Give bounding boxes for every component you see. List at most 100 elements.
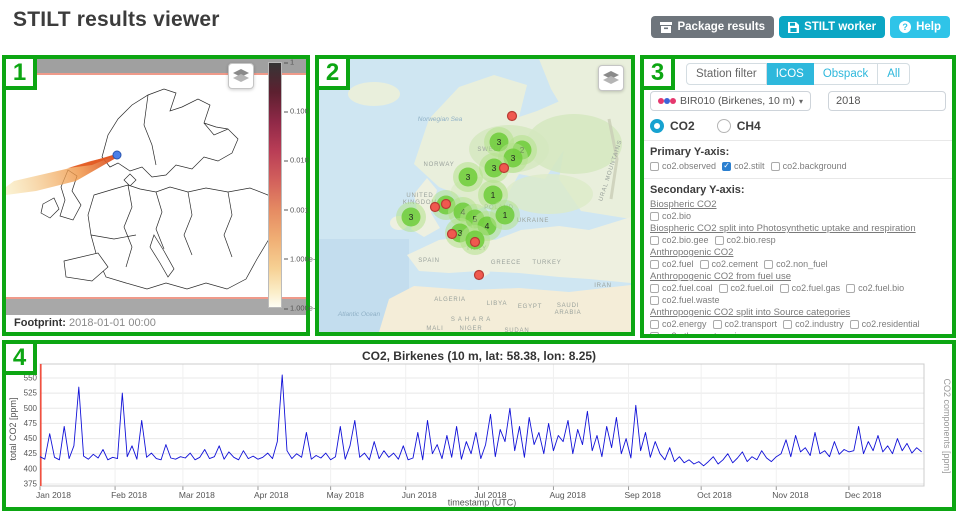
layers-control[interactable]	[228, 63, 254, 89]
layers-control[interactable]	[598, 65, 624, 91]
sea-label: Atlantic Ocean	[337, 311, 381, 318]
checkbox-co2.cement[interactable]: co2.cement	[699, 259, 759, 269]
station-select[interactable]: BIR010 (Birkenes, 10 m) ▾	[650, 91, 811, 111]
radio-co2[interactable]: CO2	[650, 119, 695, 133]
checkbox-co2.bio[interactable]: co2.bio	[650, 211, 691, 221]
checkbox-co2.fuel.bio[interactable]: co2.fuel.bio	[846, 283, 904, 293]
country-label: ALGERIA	[434, 297, 466, 303]
checkbox-box	[650, 161, 659, 171]
footprint-map-panel: 1 1 0.100 0.010 0.001 1.000e-4 1.000e-5 …	[2, 55, 364, 336]
checkbox-co2.non_fuel[interactable]: co2.non_fuel	[764, 259, 828, 269]
checkbox-co2.bio.gee[interactable]: co2.bio.gee	[650, 235, 709, 245]
secondary-group-link[interactable]: Biospheric CO2	[650, 199, 946, 210]
checkbox-co2.industry[interactable]: co2.industry	[783, 319, 844, 329]
year-input[interactable]: 2018	[828, 91, 946, 111]
cluster-marker[interactable]: 3	[453, 162, 483, 192]
checkbox-co2.other_categories[interactable]: co2.other_categories	[650, 331, 746, 334]
checkbox-label: co2.cement	[711, 259, 759, 269]
checkbox-label: co2.industry	[795, 319, 844, 329]
checkbox-co2.transport[interactable]: co2.transport	[712, 319, 778, 329]
help-button[interactable]: ? Help	[890, 16, 950, 38]
layers-icon	[603, 71, 619, 84]
country-label: UNITED	[406, 193, 433, 199]
species-radios: CO2 CH4	[650, 119, 946, 133]
secondary-group-link[interactable]: Anthropogenic CO2 from fuel use	[650, 271, 946, 282]
checkbox-row: co2.fuel.coal co2.fuel.oil co2.fuel.gas co2…	[650, 283, 946, 305]
station-map[interactable]: Norwegian SeaAtlantic OceanNORWAYSWEDENU…	[319, 59, 631, 332]
station-marker-birkenes[interactable]	[112, 150, 122, 160]
checkbox-box	[846, 283, 856, 293]
help-label: Help	[916, 21, 941, 33]
checkbox-co2.fuel.gas[interactable]: co2.fuel.gas	[779, 283, 840, 293]
checkbox-label: co2.non_fuel	[776, 259, 828, 269]
station-marker[interactable]	[429, 201, 441, 213]
checkbox-label: co2.fuel.bio	[858, 283, 905, 293]
cluster-marker[interactable]: 1	[490, 200, 520, 230]
station-marker[interactable]	[469, 236, 481, 248]
checkbox-box: ✓	[722, 161, 732, 171]
footprint-map[interactable]	[6, 77, 306, 297]
checkbox-co2.energy[interactable]: co2.energy	[650, 319, 707, 329]
tab-icos[interactable]: ICOS	[766, 63, 814, 85]
station-marker[interactable]	[446, 228, 458, 240]
annotation-badge-2: 2	[315, 55, 350, 90]
tab-all[interactable]: All	[878, 63, 911, 85]
checkbox-co2.fuel.oil[interactable]: co2.fuel.oil	[718, 283, 774, 293]
checkbox-box	[650, 319, 659, 329]
timeseries-chart[interactable]: 375400425450475500525550Jan 2018 Feb 2018…	[6, 344, 952, 507]
checkbox-co2.bio.resp[interactable]: co2.bio.resp	[714, 235, 776, 245]
country-label: IRAN	[594, 283, 612, 289]
annotation-badge-1: 1	[2, 55, 37, 90]
stilt-worker-button[interactable]: STILT worker	[779, 16, 886, 38]
y-axis-label-right: CO2 components [ppm]	[942, 378, 952, 473]
checkbox-co2.fuel[interactable]: co2.fuel	[650, 259, 694, 269]
secondary-group-link[interactable]: Anthropogenic CO2 split into Source cate…	[650, 307, 946, 318]
radio-ch4[interactable]: CH4	[716, 119, 761, 133]
cluster-count: 3	[497, 137, 502, 147]
checkbox-box	[783, 319, 793, 329]
checkbox-co2.residential[interactable]: co2.residential	[849, 319, 920, 329]
colorbar	[268, 62, 282, 308]
country-label: LIBYA	[487, 301, 508, 307]
checkbox-label: co2.fuel.oil	[730, 283, 774, 293]
country-outlines	[40, 88, 277, 290]
radio-dot	[716, 119, 731, 133]
cluster-count: 1	[491, 190, 496, 200]
station-marker[interactable]	[498, 162, 510, 174]
plot-frame	[39, 363, 925, 487]
radio-co2-label: CO2	[670, 119, 695, 133]
station-marker[interactable]	[473, 269, 485, 281]
country-label: EGYPT	[518, 304, 542, 310]
checkbox-co2.observed[interactable]: co2.observed	[650, 161, 716, 171]
checkbox-label: co2.bio.resp	[726, 235, 776, 245]
checkbox-box	[849, 319, 859, 329]
cluster-count: 1	[503, 210, 508, 220]
primary-yaxis-label: Primary Y-axis:	[650, 146, 730, 158]
checkbox-co2.fuel.waste[interactable]: co2.fuel.waste	[650, 295, 720, 305]
y-tick-label: 375	[24, 480, 38, 489]
country-label: SPAIN	[418, 258, 440, 264]
y-tick-label: 525	[24, 389, 38, 398]
country-label: SUDAN	[504, 328, 529, 332]
checkbox-box	[650, 259, 659, 269]
checkbox-label: co2.transport	[724, 319, 778, 329]
station-marker[interactable]	[440, 198, 452, 210]
checkbox-co2.fuel.coal[interactable]: co2.fuel.coal	[650, 283, 713, 293]
checkbox-box	[650, 211, 659, 221]
secondary-group-link[interactable]: Anthropogenic CO2	[650, 247, 946, 258]
country-label: ARABIA	[555, 310, 582, 316]
timeseries-panel: 4 CO2, Birkenes (10 m, lat: 58.38, lon: …	[2, 340, 956, 511]
map-edge-top	[6, 59, 306, 75]
checkbox-box	[650, 235, 659, 245]
checkbox-co2.stilt[interactable]: ✓ co2.stilt	[722, 161, 765, 171]
cluster-marker[interactable]: 3	[396, 202, 426, 232]
checkbox-row: co2.energy co2.transport co2.industry co2.r…	[650, 319, 946, 334]
station-marker[interactable]	[506, 110, 518, 122]
checkbox-co2.background[interactable]: co2.background	[770, 161, 847, 171]
y-axis-label-left: total CO2 [ppm]	[8, 397, 18, 460]
package-results-button[interactable]: Package results	[651, 16, 775, 38]
secondary-group-link[interactable]: Biospheric CO2 split into Photosynthetic…	[650, 223, 946, 234]
primary-yaxis-options: co2.observed ✓ co2.stilt co2.background	[650, 161, 946, 171]
checkbox-label: co2.background	[782, 161, 847, 171]
tab-obspack[interactable]: Obspack	[813, 63, 879, 85]
